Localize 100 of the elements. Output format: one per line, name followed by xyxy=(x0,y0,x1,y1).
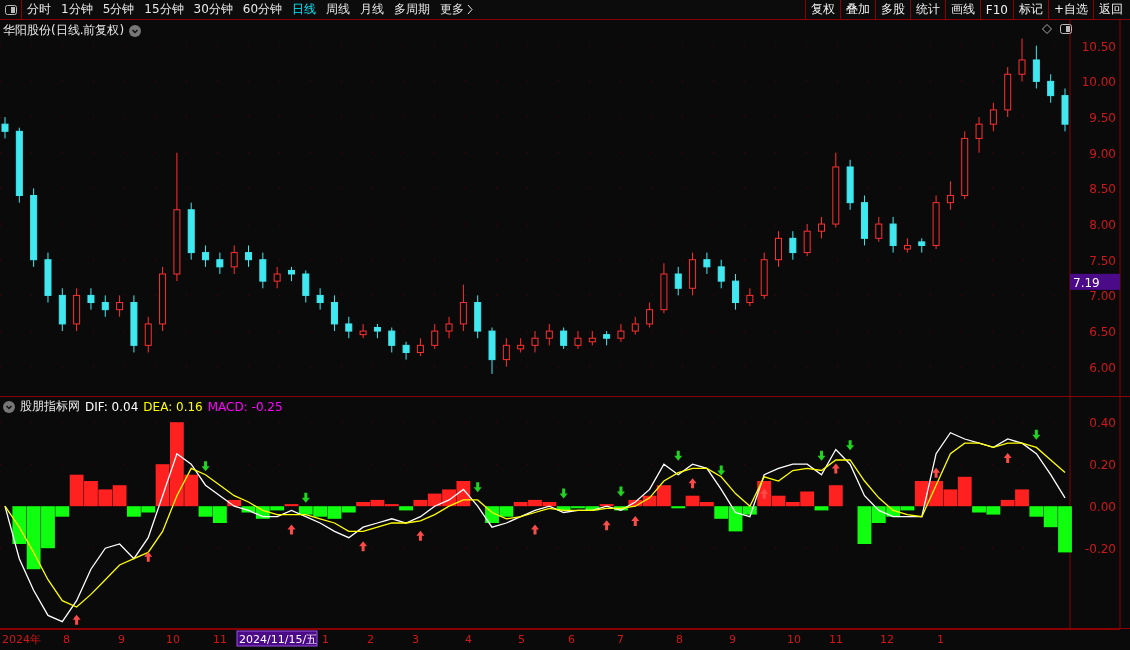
axis-label: 9.50 xyxy=(1089,111,1116,126)
axis-label: 10.00 xyxy=(1081,75,1116,90)
bar xyxy=(900,506,915,511)
candlestick xyxy=(545,323,553,346)
bar xyxy=(55,506,70,517)
period-tab[interactable]: 1分钟 xyxy=(56,0,98,19)
candlestick xyxy=(431,323,439,350)
bar xyxy=(499,506,514,517)
legend-value: MACD: -0.25 xyxy=(207,399,283,414)
bar xyxy=(513,502,528,507)
period-tab[interactable]: 30分钟 xyxy=(188,0,238,19)
bar xyxy=(1043,506,1058,528)
candlestick xyxy=(1,116,9,139)
bar xyxy=(12,506,27,544)
legend-value: DEA: 0.16 xyxy=(143,399,203,414)
bar xyxy=(914,481,929,507)
bar xyxy=(957,476,972,507)
axis-label: 0.00 xyxy=(1089,500,1116,515)
date-label: 2 xyxy=(367,633,374,646)
bar xyxy=(399,506,413,511)
period-tab[interactable]: 5分钟 xyxy=(97,0,140,19)
date-label: 2024年 xyxy=(2,633,41,646)
bar xyxy=(413,499,428,507)
chevron-down-icon[interactable] xyxy=(129,24,142,37)
axis-label: 8.00 xyxy=(1089,218,1116,233)
axis-label: -0.20 xyxy=(1084,542,1116,557)
candlestick xyxy=(330,294,338,332)
period-tab[interactable]: 分时 xyxy=(22,0,56,19)
axis-label: 6.50 xyxy=(1089,325,1116,340)
bar xyxy=(427,493,442,507)
period-tab[interactable]: 周线 xyxy=(321,0,356,19)
bar xyxy=(814,506,829,511)
bar xyxy=(284,504,299,507)
bar xyxy=(571,506,585,509)
candlestick xyxy=(259,252,267,289)
candlestick xyxy=(875,216,883,243)
chevron-down-icon[interactable] xyxy=(3,400,15,413)
bar xyxy=(141,506,156,513)
candlestick xyxy=(202,244,210,268)
bar xyxy=(528,499,542,507)
bar xyxy=(41,506,55,549)
date-label: 9 xyxy=(729,633,736,646)
candlestick xyxy=(560,327,568,350)
indicator-name: 股朋指标网 xyxy=(20,398,80,415)
bar xyxy=(298,506,313,515)
candlestick xyxy=(617,323,625,343)
candlestick xyxy=(216,252,224,275)
bar xyxy=(685,495,700,507)
candlestick xyxy=(889,216,897,254)
bar xyxy=(127,506,141,517)
axis-label: 10.50 xyxy=(1081,39,1116,54)
date-label: 7 xyxy=(617,633,624,646)
bar xyxy=(800,491,815,507)
bar xyxy=(785,502,800,507)
candlestick xyxy=(388,327,396,353)
more-menu[interactable]: 更多 xyxy=(435,0,467,19)
period-tab[interactable]: 日线 xyxy=(287,0,322,19)
candlestick xyxy=(459,284,467,332)
date-label: 6 xyxy=(568,633,575,646)
candlestick xyxy=(531,330,539,353)
date-label: 1 xyxy=(937,633,944,646)
bar xyxy=(26,506,41,570)
axis-label: 7.00 xyxy=(1089,289,1116,304)
candlestick xyxy=(746,287,754,307)
bar xyxy=(542,502,557,507)
date-label: 4 xyxy=(465,633,472,646)
candlestick xyxy=(245,244,253,268)
candlestick xyxy=(359,323,367,339)
candlestick xyxy=(273,266,281,289)
date-label: 5 xyxy=(518,633,525,646)
bar xyxy=(198,506,213,517)
candlestick xyxy=(1018,38,1026,82)
period-tab[interactable]: 60分钟 xyxy=(237,0,288,19)
period-tab[interactable]: 多周期 xyxy=(389,0,436,19)
axis-label: 0.20 xyxy=(1089,458,1116,473)
panel-toggle-icon[interactable] xyxy=(1060,24,1072,34)
period-tab[interactable]: 月线 xyxy=(355,0,390,19)
bar xyxy=(169,422,184,507)
candlestick xyxy=(717,259,725,289)
candlestick xyxy=(1047,73,1055,104)
date-label: 10 xyxy=(787,633,801,646)
diamond-icon[interactable] xyxy=(1042,24,1052,34)
candlestick xyxy=(646,302,654,329)
date-label: 12 xyxy=(880,633,894,646)
date-label: 9 xyxy=(118,633,125,646)
period-tab[interactable]: 15分钟 xyxy=(139,0,189,19)
candlestick xyxy=(101,294,109,318)
date-label: 11 xyxy=(213,633,227,646)
bar xyxy=(972,506,986,513)
bar xyxy=(270,506,285,511)
date-label: 8 xyxy=(63,633,70,646)
bar xyxy=(699,502,714,507)
bar xyxy=(1015,489,1029,507)
candlestick xyxy=(1032,45,1040,89)
date-label: 11 xyxy=(829,633,843,646)
bar xyxy=(857,506,872,544)
current-price-tag: 7.19 xyxy=(1070,273,1120,290)
panel-toggle-icon[interactable] xyxy=(4,4,17,15)
candlestick xyxy=(975,116,983,154)
candlestick xyxy=(316,287,324,311)
